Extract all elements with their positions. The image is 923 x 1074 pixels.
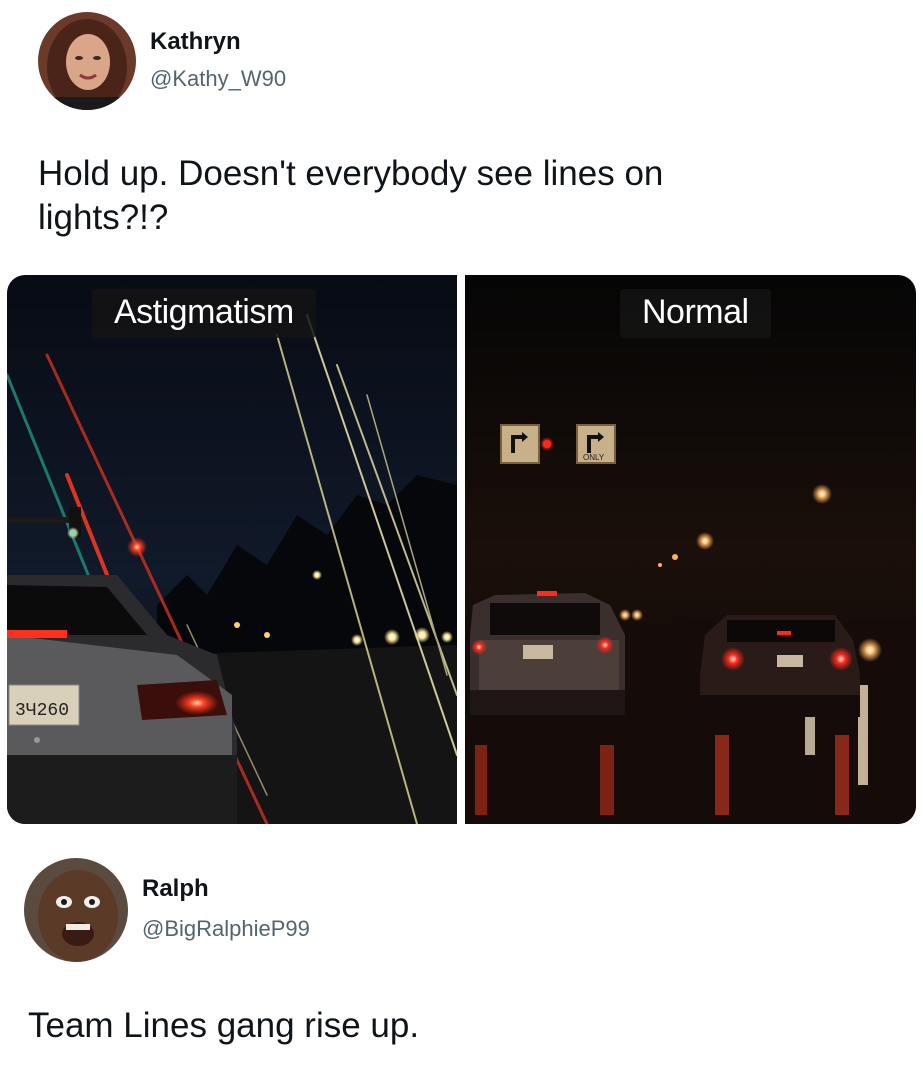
ralph-avatar[interactable] bbox=[24, 858, 128, 962]
kathryn-handle[interactable]: @Kathy_W90 bbox=[150, 66, 286, 92]
astigmatism-car-plate: 3Ч260 bbox=[15, 701, 69, 721]
comparison-image[interactable]: 3Ч260 Astigmatism ONLY Normal bbox=[7, 275, 916, 824]
kathryn-avatar[interactable] bbox=[38, 12, 136, 110]
kathryn-tweet-text: Hold up. Doesn't everybody see lines on … bbox=[38, 152, 898, 240]
turn-only-sign-text: ONLY bbox=[583, 453, 605, 462]
normal-label: Normal bbox=[620, 289, 771, 338]
ralph-handle[interactable]: @BigRalphieP99 bbox=[142, 916, 310, 942]
tweet-text-line-2: lights?!? bbox=[38, 198, 169, 237]
kathryn-display-name[interactable]: Kathryn bbox=[150, 28, 241, 56]
ralph-display-name[interactable]: Ralph bbox=[142, 875, 209, 903]
astigmatism-label: Astigmatism bbox=[92, 289, 316, 338]
ralph-tweet-text: Team Lines gang rise up. bbox=[28, 1006, 420, 1045]
normal-photo: ONLY Normal bbox=[465, 275, 916, 824]
astigmatism-photo: 3Ч260 Astigmatism bbox=[7, 275, 457, 824]
tweet-text-line-1: Hold up. Doesn't everybody see lines on bbox=[38, 154, 664, 193]
image-divider bbox=[457, 275, 465, 824]
